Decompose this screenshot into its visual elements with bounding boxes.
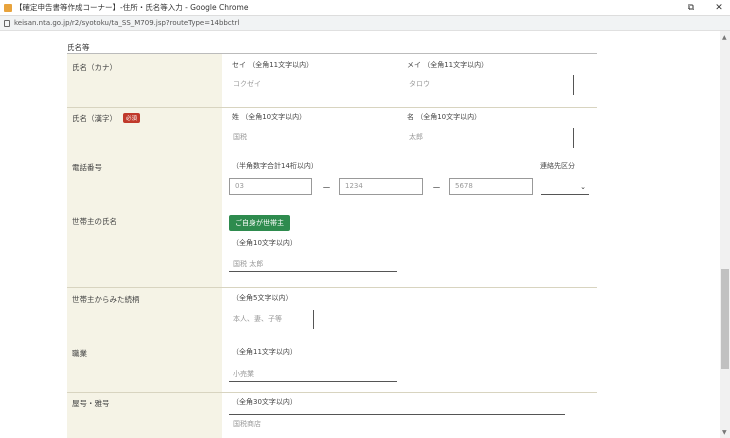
relation-hint: （全角5文字以内） <box>232 294 293 302</box>
relation-input[interactable]: 本人、妻、子等 <box>229 312 313 327</box>
scroll-down-icon[interactable]: ▼ <box>722 429 727 436</box>
kanji-mei-hint: 名 （全角10文字以内） <box>407 113 482 121</box>
occupation-input[interactable]: 小売業 <box>229 367 397 382</box>
kanji-sei-input[interactable]: 国税 <box>229 130 399 145</box>
scrollbar-thumb[interactable] <box>721 269 729 369</box>
favicon-icon <box>4 4 12 12</box>
required-badge: 必須 <box>123 113 141 123</box>
restore-icon[interactable]: ⧉ <box>684 1 698 15</box>
lock-icon <box>4 20 10 27</box>
phone-label: 電話番号 <box>72 163 102 172</box>
phone-separator-2: － <box>432 184 442 194</box>
close-icon[interactable]: ✕ <box>712 1 726 15</box>
shop-name-hint: （全角30文字以内） <box>232 398 297 406</box>
kanji-mei-edge <box>573 128 574 148</box>
chevron-down-icon: ⌄ <box>580 183 586 191</box>
kana-label: 氏名（カナ） <box>72 63 117 72</box>
householder-hint: （全角10文字以内） <box>232 239 297 247</box>
kanji-sei-hint: 姓 （全角10文字以内） <box>232 113 307 121</box>
occupation-hint: （全角11文字以内） <box>232 348 297 356</box>
label-column <box>67 54 222 438</box>
window-title: 【確定申告書等作成コーナー】-住所・氏名等入力 - Google Chrome <box>15 3 249 12</box>
phone-part3-input[interactable]: 5678 <box>449 178 533 195</box>
page-content: 氏名等 氏名（カナ） セイ （全角11文字以内） コクゼイ メイ （全角11文字… <box>0 31 720 438</box>
kana-sei-input[interactable]: コクゼイ <box>229 77 399 92</box>
relation-label: 世帯主からみた続柄 <box>72 295 140 304</box>
url-text[interactable]: keisan.nta.go.jp/r2/syotoku/ta_SS_M709.j… <box>14 16 239 31</box>
relation-edge <box>313 310 314 329</box>
kana-mei-edge <box>573 75 574 95</box>
kanji-label-text: 氏名（漢字） <box>72 114 117 123</box>
shop-name-top-line <box>229 414 565 415</box>
contact-type-select[interactable]: ⌄ <box>541 181 589 195</box>
contact-type-label: 連絡先区分 <box>540 162 575 170</box>
shop-name-label: 屋号・雅号 <box>72 399 110 408</box>
phone-hint: （半角数字合計14桁以内） <box>232 162 318 170</box>
kanji-label: 氏名（漢字） 必須 <box>72 113 141 124</box>
occupation-label: 職業 <box>72 349 87 358</box>
householder-label: 世帯主の氏名 <box>72 217 117 226</box>
row-separator <box>67 107 597 108</box>
phone-separator-1: － <box>322 184 332 194</box>
scrollbar[interactable]: ▲ ▼ <box>720 31 730 438</box>
kana-sei-hint: セイ （全角11文字以内） <box>232 61 314 69</box>
row-separator <box>67 392 597 393</box>
browser-titlebar: 【確定申告書等作成コーナー】-住所・氏名等入力 - Google Chrome … <box>0 0 730 16</box>
self-householder-button[interactable]: ご自身が世帯主 <box>229 215 290 231</box>
address-bar[interactable]: keisan.nta.go.jp/r2/syotoku/ta_SS_M709.j… <box>0 16 730 31</box>
kana-mei-input[interactable]: タロウ <box>405 77 573 92</box>
kanji-mei-input[interactable]: 太郎 <box>405 130 573 145</box>
householder-input[interactable]: 国税 太郎 <box>229 257 397 272</box>
kana-mei-hint: メイ （全角11文字以内） <box>407 61 489 69</box>
phone-part2-input[interactable]: 1234 <box>339 178 423 195</box>
section-heading: 氏名等 <box>67 43 90 52</box>
row-separator <box>67 287 597 288</box>
shop-name-input[interactable]: 国税商店 <box>229 417 565 432</box>
scroll-up-icon[interactable]: ▲ <box>722 34 727 41</box>
phone-part1-input[interactable]: 03 <box>229 178 312 195</box>
